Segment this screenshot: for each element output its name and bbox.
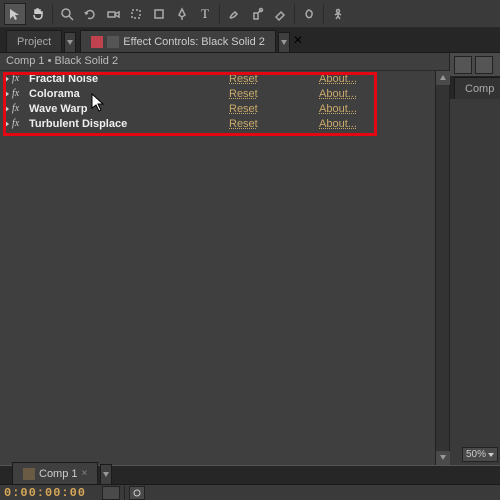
scroll-up-icon[interactable] bbox=[436, 71, 450, 85]
right-tool-icon[interactable] bbox=[475, 56, 493, 74]
tab-ec-menu-icon[interactable] bbox=[278, 32, 290, 52]
triangle-collapsed-icon[interactable] bbox=[4, 105, 9, 113]
effects-scroll-area: fx Fractal Noise Reset About... fx Color… bbox=[0, 71, 449, 465]
timecode[interactable]: 0:00:00:00 bbox=[4, 486, 86, 500]
effect-row[interactable]: fx Fractal Noise Reset About... bbox=[0, 71, 435, 86]
effect-name: Colorama bbox=[29, 88, 229, 100]
tab-label: Comp 1 bbox=[39, 468, 78, 480]
about-link[interactable]: About... bbox=[319, 118, 409, 130]
timeline-header-row: 0:00:00:00 bbox=[0, 485, 500, 500]
right-panel-strip: Comp bbox=[450, 53, 500, 465]
tab-project[interactable]: Project bbox=[6, 30, 62, 52]
panel-tabs: Project Effect Controls: Black Solid 2 × bbox=[0, 28, 500, 53]
pen-tool-icon[interactable] bbox=[171, 3, 193, 25]
triangle-collapsed-icon[interactable] bbox=[4, 75, 9, 83]
timeline-panel: Comp 1 × 0:00:00:00 bbox=[0, 465, 500, 500]
effect-name: Turbulent Displace bbox=[29, 118, 229, 130]
effect-controls-panel: Comp 1 • Black Solid 2 fx Fractal Noise … bbox=[0, 53, 450, 465]
about-link[interactable]: About... bbox=[319, 103, 409, 115]
timeline-btn-icon[interactable] bbox=[129, 486, 145, 500]
zoom-value: 50% bbox=[466, 449, 486, 460]
top-toolbar: T bbox=[0, 0, 500, 28]
search-icon[interactable] bbox=[102, 486, 120, 500]
selection-tool-icon[interactable] bbox=[4, 3, 26, 25]
tab-effect-controls[interactable]: Effect Controls: Black Solid 2 bbox=[80, 30, 276, 52]
fx-icon[interactable]: fx bbox=[12, 73, 24, 84]
comp-icon bbox=[23, 468, 35, 480]
camera-tool-icon[interactable] bbox=[102, 3, 124, 25]
roto-tool-icon[interactable] bbox=[298, 3, 320, 25]
zoom-tool-icon[interactable] bbox=[56, 3, 78, 25]
effect-name: Fractal Noise bbox=[29, 73, 229, 85]
chevron-down-icon bbox=[488, 452, 494, 458]
eraser-tool-icon[interactable] bbox=[269, 3, 291, 25]
tab-timeline-menu-icon[interactable] bbox=[100, 464, 112, 484]
mask-rect-tool-icon[interactable] bbox=[148, 3, 170, 25]
timeline-tabs: Comp 1 × bbox=[0, 465, 500, 485]
close-icon[interactable]: × bbox=[82, 468, 88, 479]
clone-tool-icon[interactable] bbox=[246, 3, 268, 25]
right-tool-icon[interactable] bbox=[454, 56, 472, 74]
effect-row[interactable]: fx Colorama Reset About... bbox=[0, 86, 435, 101]
effect-name: Wave Warp bbox=[29, 103, 229, 115]
effect-row[interactable]: fx Wave Warp Reset About... bbox=[0, 101, 435, 116]
breadcrumb: Comp 1 • Black Solid 2 bbox=[0, 53, 449, 71]
reset-link[interactable]: Reset bbox=[229, 88, 319, 100]
hand-tool-icon[interactable] bbox=[27, 3, 49, 25]
vertical-scrollbar[interactable] bbox=[435, 71, 449, 465]
reset-link[interactable]: Reset bbox=[229, 118, 319, 130]
about-link[interactable]: About... bbox=[319, 88, 409, 100]
pan-behind-tool-icon[interactable] bbox=[125, 3, 147, 25]
puppet-tool-icon[interactable] bbox=[327, 3, 349, 25]
right-panel-toolbar bbox=[450, 53, 500, 77]
tab-label: Comp bbox=[465, 83, 494, 95]
triangle-collapsed-icon[interactable] bbox=[4, 90, 9, 98]
about-link[interactable]: About... bbox=[319, 73, 409, 85]
reset-link[interactable]: Reset bbox=[229, 103, 319, 115]
zoom-level[interactable]: 50% bbox=[462, 447, 498, 462]
fx-icon[interactable]: fx bbox=[12, 88, 24, 99]
effect-controls-icon bbox=[91, 36, 103, 48]
scroll-down-icon[interactable] bbox=[436, 451, 450, 465]
fx-icon[interactable]: fx bbox=[12, 103, 24, 114]
fx-icon[interactable]: fx bbox=[12, 118, 24, 129]
tab-composition[interactable]: Comp bbox=[454, 77, 500, 99]
effect-row[interactable]: fx Turbulent Displace Reset About... bbox=[0, 116, 435, 131]
brush-tool-icon[interactable] bbox=[223, 3, 245, 25]
tab-label: Effect Controls: Black Solid 2 bbox=[123, 36, 265, 48]
tab-label: Project bbox=[17, 36, 51, 48]
tab-project-menu-icon[interactable] bbox=[64, 32, 76, 52]
triangle-collapsed-icon[interactable] bbox=[4, 120, 9, 128]
tab-comp-timeline[interactable]: Comp 1 × bbox=[12, 462, 98, 484]
rotate-tool-icon[interactable] bbox=[79, 3, 101, 25]
reset-link[interactable]: Reset bbox=[229, 73, 319, 85]
effects-list: fx Fractal Noise Reset About... fx Color… bbox=[0, 71, 435, 131]
text-tool-icon[interactable]: T bbox=[194, 3, 216, 25]
panel-area: Comp 1 • Black Solid 2 fx Fractal Noise … bbox=[0, 53, 500, 465]
close-icon[interactable]: × bbox=[293, 32, 302, 50]
effect-controls-icon-2 bbox=[107, 36, 119, 48]
